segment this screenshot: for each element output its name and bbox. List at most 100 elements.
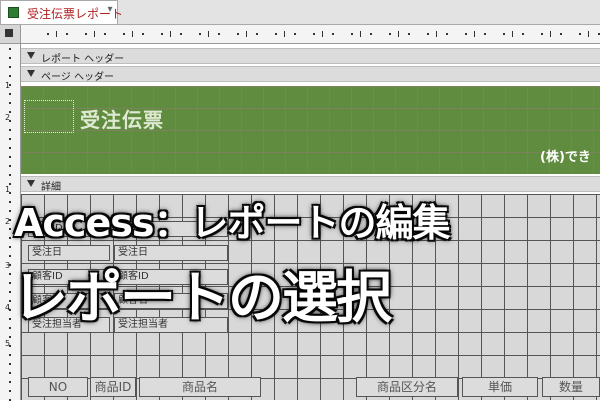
ruler-tick [588,31,589,37]
ruler-tick [9,75,11,77]
section-arrow-icon [27,180,35,187]
ruler-tick [255,33,258,35]
ruler-tick [9,273,11,275]
ruler-tick [94,31,95,37]
horizontal-ruler[interactable] [21,25,600,44]
tab-menu-icon[interactable]: ▾ [103,3,117,17]
detail-label: 詳細 [41,182,61,193]
ruler-tick [132,31,133,37]
ruler-tick [208,31,209,37]
ruler-tick [9,210,11,212]
ruler-tick [103,33,106,35]
ruler-tick [312,33,315,35]
ruler-tick [9,111,11,113]
ruler-tick [179,33,182,35]
ruler-tick [407,33,410,35]
ruler-tick [512,31,513,37]
ruler-tick [9,390,11,392]
ruler-tick [464,33,467,35]
ruler-tick [9,300,11,302]
ruler-tick [331,33,334,35]
ruler-tick [65,33,68,35]
ruler-tick [483,33,486,35]
column-header-label[interactable]: 商品区分名 [356,377,458,397]
page-header-bar[interactable]: ページ ヘッダー [21,66,600,83]
ruler-tick [9,174,11,176]
ruler-tick [9,84,11,86]
ruler-tick [578,33,581,35]
ruler-tick [398,31,399,37]
overlay-title: Access：レポートの編集 [14,201,450,245]
ruler-tick [597,33,600,35]
ruler-tick [9,165,11,167]
ruler-tick [9,120,11,122]
company-label[interactable]: (株)でき [540,146,591,165]
ruler-tick [9,102,11,104]
report-selector-icon [5,29,13,37]
detail-bar[interactable]: 詳細 [21,176,600,193]
ruler-tick [350,33,353,35]
column-header-label[interactable]: NO [28,377,88,397]
ruler-tick [540,33,543,35]
ruler-tick [9,183,11,185]
ruler-tick [9,192,11,194]
column-header-label[interactable]: 数量 [542,377,600,397]
ruler-tick [217,33,220,35]
ruler-tick [9,327,11,329]
ruler-tick [9,201,11,203]
ruler-tick [9,264,11,266]
ruler-tick [9,255,11,257]
ruler-tick [9,93,11,95]
ruler-tick [9,345,11,347]
ruler-tick [9,48,11,50]
report-tab[interactable]: 受注伝票レポート ▾ [0,0,123,24]
ruler-tick [445,33,448,35]
section-arrow-icon [27,70,35,77]
report-header-label: レポート ヘッダー [41,54,125,65]
ruler-tick [274,33,277,35]
ruler-tick [56,31,57,37]
ruler-tick [46,33,49,35]
ruler-tick [9,228,11,230]
ruler-tick [9,129,11,131]
ruler-tick [236,33,239,35]
ruler-tick [293,33,296,35]
ruler-tick [9,237,11,239]
ruler-tick [9,219,11,221]
ruler-tick [9,363,11,365]
ruler-tick [9,57,11,59]
column-header-label[interactable]: 商品ID [90,377,136,397]
ruler-tick [9,282,11,284]
report-selector[interactable] [0,25,21,44]
ruler-tick [360,31,361,37]
ruler-tick [388,33,391,35]
ruler-tick [9,147,11,149]
report-header-bar[interactable]: レポート ヘッダー [21,48,600,65]
ruler-tick [502,33,505,35]
ruler-tick [9,156,11,158]
ruler-tick [9,381,11,383]
section-arrow-icon [27,52,35,59]
ruler-tick [436,31,437,37]
ruler-tick [246,31,247,37]
ruler-tick [198,33,201,35]
ruler-tick [322,31,323,37]
page-header-label: ページ ヘッダー [41,72,114,83]
column-header-label[interactable]: 商品名 [139,377,261,397]
ruler-tick [84,33,87,35]
ruler-tick [9,246,11,248]
ruler-tick [141,33,144,35]
ruler-tick [9,336,11,338]
selected-control-outline[interactable] [24,100,74,133]
ruler-tick [9,291,11,293]
ruler-tick [559,33,562,35]
ruler-tick [122,33,125,35]
page-header-title[interactable]: 受注伝票 [80,104,164,133]
ruler-tick [9,318,11,320]
ruler-tick [284,31,285,37]
ruler-tick [9,354,11,356]
ruler-tick [369,33,372,35]
column-header-label[interactable]: 単価 [462,377,538,397]
report-icon [8,7,19,18]
overlay-subtitle: レポートの選択 [12,266,392,331]
